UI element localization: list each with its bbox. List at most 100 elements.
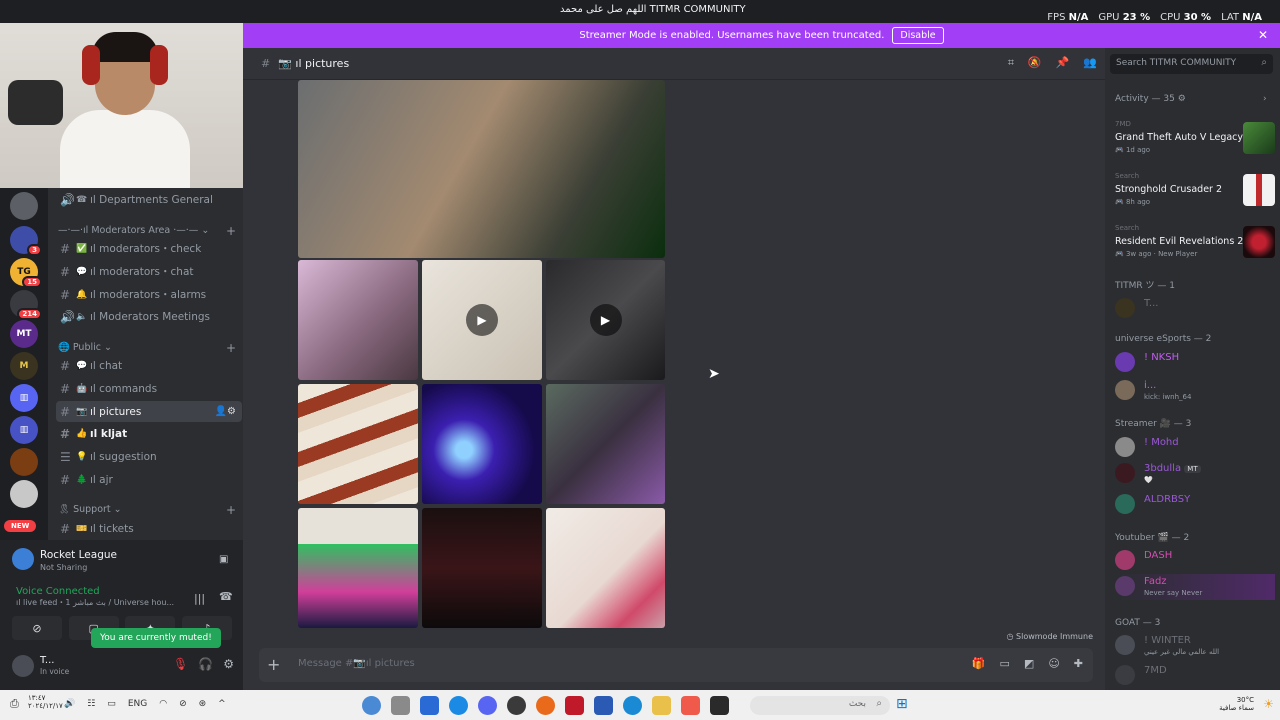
play-icon[interactable]: ▶ (589, 304, 622, 336)
image-attachment[interactable] (298, 80, 665, 258)
threads-icon[interactable]: ⌗ (1008, 56, 1014, 70)
network-icon[interactable]: ☷ (87, 699, 95, 709)
clock[interactable]: ١٣:٤٧ ٢٠٢٤/١٢/١٧ (28, 694, 63, 710)
server-icon[interactable]: TG 15 (10, 258, 42, 288)
windows-start-icon[interactable]: ⊞ (896, 696, 908, 712)
obs-app-icon[interactable] (507, 696, 526, 715)
channel-moderators-alarms[interactable]: # 🔔 ıl moderators・alarms (56, 284, 242, 305)
server-icon[interactable] (10, 448, 38, 476)
chrome-app-icon[interactable] (362, 696, 381, 715)
member-item[interactable]: ! WINTER الله عالمي مالي غير عيني (1115, 633, 1275, 659)
channel-moderators-meetings[interactable]: 🔊 🔈 ıl Moderators Meetings (56, 306, 242, 327)
channel-tickets[interactable]: # 🎫 ıl tickets (56, 518, 242, 539)
channel-pictures[interactable]: # 📷 ıl pictures 👤⚙ (56, 401, 242, 422)
channel-chat[interactable]: # 💬 ıl chat (56, 355, 242, 376)
member-list-icon[interactable]: 👥 (1083, 56, 1097, 70)
search-input[interactable]: Search TITMR COMMUNITY ⌕ (1110, 54, 1273, 74)
message-input[interactable]: Message #📷ıl pictures (298, 658, 415, 669)
server-icon[interactable]: 214 (10, 290, 42, 320)
image-attachment[interactable] (298, 508, 418, 628)
add-channel-icon[interactable]: + (226, 224, 236, 238)
emoji-icon[interactable]: ☺ (1048, 657, 1059, 670)
disconnect-icon[interactable]: ☎ (219, 590, 233, 603)
headphones-icon[interactable]: 🎧 (198, 657, 213, 671)
server-icon[interactable] (10, 480, 38, 508)
message-composer[interactable]: + Message #📷ıl pictures 🎁 ▭ ◩ ☺ ✚ (259, 648, 1093, 682)
volume-icon[interactable]: 🔊 (64, 699, 75, 709)
video-attachment[interactable]: ▶ (546, 260, 665, 380)
member-item[interactable]: 3bdulla MT 🤍 (1115, 461, 1275, 487)
member-item[interactable]: i... kick: iwnh_64 (1115, 378, 1275, 404)
category-moderators-area[interactable]: —·—·ıl Moderators Area ·—·— ⌄ + (58, 224, 236, 238)
browser-app-icon[interactable] (623, 696, 642, 715)
server-icon[interactable]: MT (10, 320, 38, 348)
activity-card[interactable]: 7MD Grand Theft Auto V Legacy 🎮 1d ago (1110, 120, 1275, 166)
channel-moderators-chat[interactable]: # 💬 ıl moderators・chat (56, 261, 242, 282)
gif-icon[interactable]: ▭ (1000, 657, 1010, 670)
channel-commands[interactable]: # 🤖 ıl commands (56, 378, 242, 399)
sticker-icon[interactable]: ◩ (1024, 657, 1034, 670)
activity-header[interactable]: Activity — 35 ⚙ › (1115, 94, 1267, 104)
member-item[interactable]: ALDRBSY (1115, 492, 1275, 518)
image-attachment[interactable] (298, 260, 418, 380)
defender-app-icon[interactable] (420, 696, 439, 715)
avatar[interactable] (12, 655, 34, 677)
explorer-app-icon[interactable] (652, 696, 671, 715)
add-channel-icon[interactable]: + (226, 341, 236, 355)
member-item[interactable]: ! NKSH (1115, 350, 1275, 376)
video-attachment[interactable]: ▶ (422, 260, 542, 380)
channel-departments-general[interactable]: 🔊 ☎ ıl Departments General (56, 189, 242, 210)
mic-icon[interactable]: ⊘ (179, 699, 187, 709)
image-attachment[interactable] (546, 384, 665, 504)
server-icon[interactable]: ▥ (10, 384, 38, 412)
gear-icon[interactable]: ⚙ (223, 657, 234, 671)
close-icon[interactable]: ✕ (1258, 28, 1268, 42)
pin-icon[interactable]: 📌 (1056, 56, 1070, 70)
server-icon[interactable]: ▥ (10, 416, 38, 444)
server-icon[interactable]: 3 (10, 226, 42, 256)
print-icon[interactable]: ⎙ (10, 697, 19, 711)
store-app-icon[interactable] (594, 696, 613, 715)
member-item[interactable]: Fadz Never say Never (1115, 574, 1275, 600)
firefox-app-icon[interactable] (536, 696, 555, 715)
discord-app-icon[interactable] (478, 696, 497, 715)
bluetooth-icon[interactable]: ⊛ (199, 699, 207, 709)
taskbar-search[interactable]: بحث ⌕ (750, 696, 890, 715)
apps-icon[interactable]: ✚ (1074, 657, 1083, 670)
image-attachment[interactable] (422, 384, 542, 504)
channel-settings-icon[interactable]: 👤⚙ (215, 406, 236, 417)
chevron-right-icon[interactable]: › (1263, 94, 1267, 104)
activity-card[interactable]: Search Stronghold Crusader 2 🎮 8h ago (1110, 172, 1275, 218)
channel-suggestion[interactable]: ☰ 💡 ıl suggestion (56, 446, 242, 467)
voice-connected-status[interactable]: Voice Connected ıl live feed・1 بث مباشر … (16, 586, 174, 608)
category-public[interactable]: 🌐 Public ⌄ + (58, 341, 236, 355)
image-attachment[interactable] (422, 508, 542, 628)
voice-activity-icon[interactable]: ||| (194, 592, 205, 605)
channel-ajr[interactable]: # 🌲 ıl ajr (56, 469, 242, 490)
camera-off-icon[interactable]: ⊘ (12, 616, 62, 640)
image-attachment[interactable] (546, 508, 665, 628)
battery-icon[interactable]: ▭ (107, 699, 116, 709)
server-icon[interactable] (10, 192, 38, 220)
wifi-icon[interactable]: ◠ (159, 699, 167, 709)
member-item[interactable]: ! Mohd (1115, 435, 1275, 461)
disable-button[interactable]: Disable (892, 27, 944, 44)
channel-moderators-check[interactable]: # ✅ ıl moderators・check (56, 238, 242, 259)
add-attachment-icon[interactable]: + (267, 655, 280, 674)
play-icon[interactable]: ▶ (466, 304, 498, 336)
current-user[interactable]: T... In voice 🎙 🎧 ⚙ (12, 655, 234, 677)
image-attachment[interactable] (298, 384, 418, 504)
acrobat-app-icon[interactable] (565, 696, 584, 715)
app-icon[interactable] (681, 696, 700, 715)
chevron-up-icon[interactable]: ^ (218, 699, 226, 709)
edge-app-icon[interactable] (449, 696, 468, 715)
activity-card[interactable]: Search Resident Evil Revelations 2... 🎮 … (1110, 224, 1275, 270)
member-item[interactable]: T... (1115, 296, 1275, 322)
member-item[interactable]: DASH (1115, 548, 1275, 574)
member-item[interactable]: 7MD (1115, 663, 1275, 689)
gift-icon[interactable]: 🎁 (972, 657, 986, 670)
category-support[interactable]: 🎗 Support ⌄ + (58, 503, 236, 517)
notifications-icon[interactable]: 🔕 (1028, 56, 1042, 70)
server-icon[interactable]: M (10, 352, 38, 380)
terminal-app-icon[interactable] (710, 696, 729, 715)
